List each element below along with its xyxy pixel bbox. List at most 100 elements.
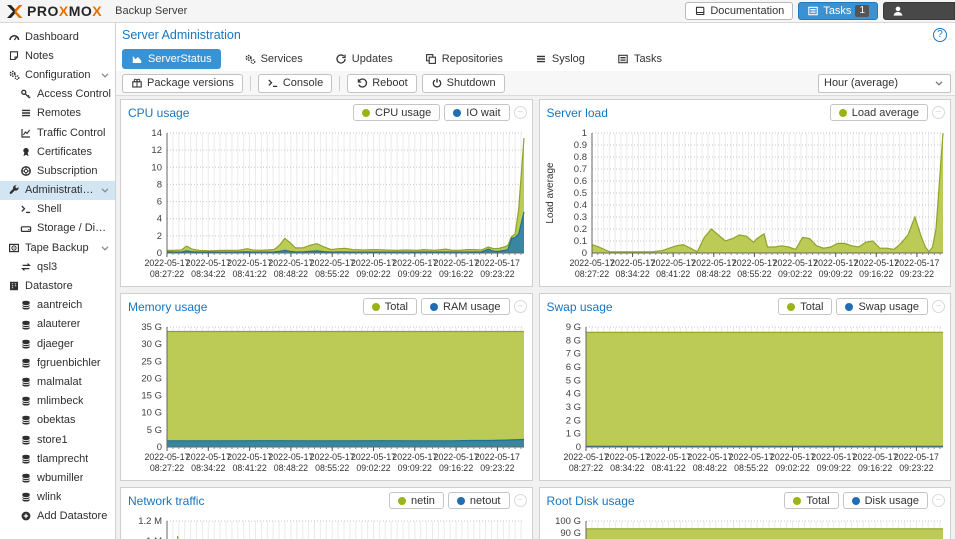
svg-text:6 G: 6 G (565, 362, 580, 373)
reboot-button[interactable]: Reboot (347, 73, 417, 93)
sidebar-item-malmalat[interactable]: malmalat (0, 372, 115, 391)
svg-text:2022-05-17: 2022-05-17 (687, 452, 732, 462)
sidebar-item-label: djaeger (37, 337, 74, 350)
sidebar-item-alauterer[interactable]: alauterer (0, 315, 115, 334)
sidebar-item-store1[interactable]: store1 (0, 430, 115, 449)
chevron-down-icon[interactable] (99, 184, 111, 196)
svg-text:1.2 M: 1.2 M (138, 516, 162, 527)
sidebar-item-access-control[interactable]: Access Control (0, 85, 115, 104)
legend-dot-icon (838, 108, 847, 117)
tab-label: Updates (351, 53, 393, 65)
tab-serverstatus[interactable]: ServerStatus (122, 49, 221, 69)
timeframe-select[interactable]: Hour (average) (818, 73, 951, 93)
sidebar-item-administration[interactable]: Administration (0, 180, 115, 200)
chevron-down-icon[interactable] (99, 242, 111, 254)
sidebar-item-certificates[interactable]: Certificates (0, 142, 115, 161)
svg-text:08:55:22: 08:55:22 (737, 269, 771, 279)
collapse-icon[interactable]: − (932, 300, 945, 313)
sidebar-item-add-datastore[interactable]: Add Datastore (0, 507, 115, 526)
tab-tasks[interactable]: Tasks (608, 49, 671, 69)
chart-title: Server load (546, 105, 608, 120)
proxmox-logo: PROXMOX Backup Server (6, 3, 187, 19)
sidebar-item-obektas[interactable]: obektas (0, 411, 115, 430)
sidebar-item-label: obektas (37, 414, 76, 427)
sidebar-item-mlimbeck[interactable]: mlimbeck (0, 392, 115, 411)
collapse-icon[interactable]: − (932, 494, 945, 507)
legend-item-disk-usage[interactable]: Disk usage (842, 492, 928, 509)
console-button[interactable]: Console (257, 73, 333, 93)
sidebar-item-remotes[interactable]: Remotes (0, 104, 115, 123)
package-versions-button[interactable]: Package versions (122, 73, 243, 93)
chart-canvas[interactable]: 05 G10 G15 G20 G25 G30 G35 G2022-05-1708… (123, 319, 530, 477)
sidebar-item-fgruenbichler[interactable]: fgruenbichler (0, 353, 115, 372)
sidebar-item-dashboard[interactable]: Dashboard (0, 27, 115, 46)
sidebar-item-storage-disks[interactable]: Storage / Disks (0, 219, 115, 238)
collapse-icon[interactable]: − (513, 300, 527, 313)
sidebar-item-notes[interactable]: Notes (0, 46, 115, 65)
legend-item-load-average[interactable]: Load average (829, 104, 928, 121)
chart-canvas[interactable]: 010 G20 G30 G40 G50 G60 G70 G80 G90 G100… (542, 513, 949, 539)
tab-repositories[interactable]: Repositories (416, 49, 512, 69)
collapse-icon[interactable]: − (513, 494, 527, 507)
svg-text:09:09:22: 09:09:22 (398, 269, 432, 279)
sidebar-item-tape-backup[interactable]: Tape Backup (0, 238, 115, 257)
wrench-icon (8, 184, 20, 196)
tab-updates[interactable]: Updates (326, 49, 402, 69)
chart-area: 01 G2 G3 G4 G5 G6 G7 G8 G9 G 2022-05-17 08… (540, 319, 951, 480)
tasks-button[interactable]: Tasks 1 (798, 2, 878, 20)
sidebar-item-qsl3[interactable]: qsl3 (0, 257, 115, 276)
legend-item-cpu-usage[interactable]: CPU usage (353, 104, 441, 121)
sidebar-item-shell[interactable]: Shell (0, 200, 115, 219)
sidebar-item-aantreich[interactable]: aantreich (0, 296, 115, 315)
database-icon (20, 338, 32, 350)
shutdown-button[interactable]: Shutdown (421, 73, 505, 93)
sidebar-item-subscription[interactable]: Subscription (0, 161, 115, 180)
svg-text:35 G: 35 G (141, 322, 162, 333)
product-name: Backup Server (115, 5, 188, 17)
legend-item-netin[interactable]: netin (389, 492, 444, 509)
chart-canvas[interactable]: 00.2 M0.4 M0.6 M0.8 M1 M1.2 M2022-05-170… (123, 513, 530, 539)
collapse-icon[interactable]: − (513, 106, 527, 119)
legend-item-io-wait[interactable]: IO wait (444, 104, 510, 121)
legend-item-swap-usage[interactable]: Swap usage (836, 298, 928, 315)
svg-text:25 G: 25 G (141, 356, 162, 367)
sidebar-item-datastore[interactable]: Datastore (0, 276, 115, 295)
chart-title: Network traffic (128, 493, 205, 508)
svg-text:2022-05-17: 2022-05-17 (434, 452, 479, 462)
tab-syslog[interactable]: Syslog (526, 49, 594, 69)
chart-canvas[interactable]: 01 G2 G3 G4 G5 G6 G7 G8 G9 G2022-05-1708… (542, 319, 949, 477)
tab-label: ServerStatus (148, 53, 212, 65)
user-menu-button[interactable] (883, 2, 955, 20)
legend-dot-icon (845, 302, 854, 311)
legend-item-total[interactable]: Total (362, 298, 418, 315)
legend-dot-icon (430, 302, 439, 311)
sidebar-item-configuration[interactable]: Configuration (0, 65, 115, 84)
sidebar-item-label: wbumiller (37, 471, 84, 484)
sidebar-item-wbumiller[interactable]: wbumiller (0, 468, 115, 487)
support-icon (20, 165, 32, 177)
legend-item-netout[interactable]: netout (447, 492, 510, 509)
legend-label: netout (469, 494, 501, 507)
sidebar-item-traffic-control[interactable]: Traffic Control (0, 123, 115, 142)
help-icon[interactable]: ? (933, 28, 947, 42)
chart-canvas[interactable]: 00.10.20.30.40.50.60.70.80.912022-05-170… (542, 125, 949, 283)
documentation-button[interactable]: Documentation (685, 2, 794, 20)
sidebar-item-label: Shell (37, 203, 62, 216)
database-icon (20, 491, 32, 503)
chart-legend: Load average − (829, 104, 945, 121)
sidebar-item-djaeger[interactable]: djaeger (0, 334, 115, 353)
tab-services[interactable]: Services (235, 49, 312, 69)
legend-item-ram-usage[interactable]: RAM usage (421, 298, 510, 315)
legend-item-total[interactable]: Total (784, 492, 839, 509)
power-icon (431, 77, 443, 89)
chart-canvas[interactable]: 024681012142022-05-1708:27:222022-05-170… (123, 125, 530, 283)
sidebar-item-tlamprecht[interactable]: tlamprecht (0, 449, 115, 468)
svg-text:2022-05-17: 2022-05-17 (268, 258, 313, 268)
sidebar-item-label: aantreich (37, 299, 83, 312)
svg-text:12: 12 (151, 145, 162, 156)
chevron-down-icon[interactable] (99, 69, 111, 81)
legend-item-total[interactable]: Total (778, 298, 833, 315)
collapse-icon[interactable]: − (932, 106, 945, 119)
chart-area: 010 G20 G30 G40 G50 G60 G70 G80 G90 G100… (540, 513, 951, 539)
sidebar-item-wlink[interactable]: wlink (0, 488, 115, 507)
